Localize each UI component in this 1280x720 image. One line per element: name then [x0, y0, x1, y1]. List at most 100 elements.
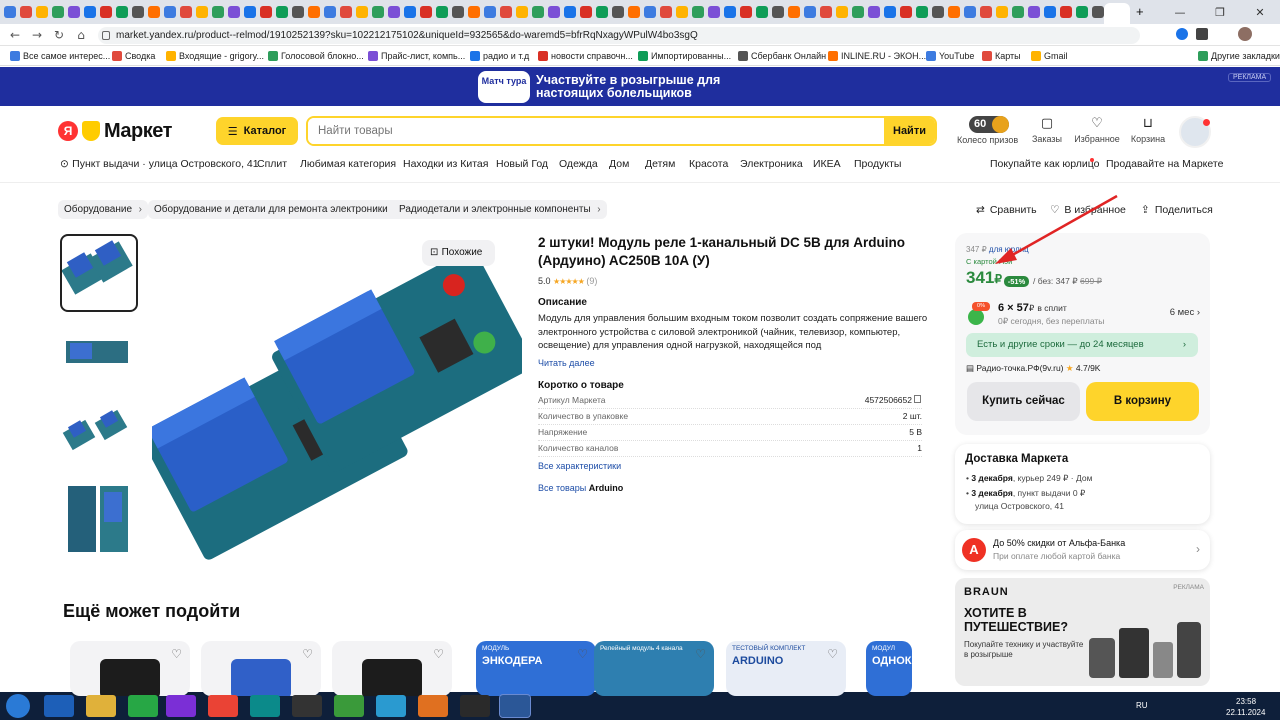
tab-favicon-icon[interactable]	[820, 6, 832, 18]
tab-favicon-icon[interactable]	[980, 6, 992, 18]
tab-favicon-icon[interactable]	[324, 6, 336, 18]
tab-favicon-icon[interactable]	[500, 6, 512, 18]
other-terms-button[interactable]: Есть и другие сроки — до 24 месяцев ›	[966, 333, 1198, 357]
share-button[interactable]: ⇪ Поделиться	[1141, 204, 1213, 216]
tab-favicon-icon[interactable]	[676, 6, 688, 18]
tab-favicon-icon[interactable]	[292, 6, 304, 18]
nav-item[interactable]: ИКЕА	[813, 158, 841, 172]
tab-favicon-icon[interactable]	[532, 6, 544, 18]
market-logo[interactable]: Я Маркет	[58, 120, 172, 142]
recommendation-card[interactable]: ТЕСТОВЫЙ КОМПЛЕКТ ARDUINO ♡	[726, 641, 846, 696]
heart-icon[interactable]: ♡	[302, 647, 313, 661]
nav-item[interactable]: Продукты	[854, 158, 901, 172]
tab-favicon-icon[interactable]	[1044, 6, 1056, 18]
nav-item[interactable]: Электроника	[740, 158, 803, 172]
taskbar-app-icon[interactable]	[418, 695, 448, 717]
tab-favicon-icon[interactable]	[884, 6, 896, 18]
tab-favicon-icon[interactable]	[564, 6, 576, 18]
tab-favicon-icon[interactable]	[148, 6, 160, 18]
language-indicator[interactable]: RU	[1136, 701, 1148, 710]
extensions-puzzle-icon[interactable]	[1196, 28, 1208, 40]
active-tab[interactable]	[1104, 3, 1130, 24]
url-field[interactable]: market.yandex.ru/product--relmod/1910252…	[98, 27, 1140, 44]
tab-favicon-icon[interactable]	[1028, 6, 1040, 18]
bookmark-item[interactable]: INLINE.RU - ЭКОН...	[828, 49, 926, 63]
tab-favicon-icon[interactable]	[84, 6, 96, 18]
promo-banner[interactable]: Матч тура Участвуйте в розыгрыше для нас…	[0, 67, 1280, 106]
bookmark-item[interactable]: радио и т.д	[470, 49, 529, 63]
tab-favicon-icon[interactable]	[916, 6, 928, 18]
nav-item[interactable]: Детям	[645, 158, 675, 172]
minimize-button[interactable]: —	[1160, 0, 1200, 24]
thumbnail-3[interactable]	[60, 395, 138, 473]
product-main-image[interactable]	[152, 238, 522, 563]
tab-favicon-icon[interactable]	[452, 6, 464, 18]
search-input[interactable]	[308, 118, 886, 144]
tab-favicon-icon[interactable]	[116, 6, 128, 18]
nav-item[interactable]: Одежда	[559, 158, 598, 172]
tab-favicon-icon[interactable]	[932, 6, 944, 18]
tab-favicon-icon[interactable]	[340, 6, 352, 18]
pickup-point[interactable]: ⊙ Пункт выдачи · улица Островского, 41	[60, 158, 259, 172]
tab-favicon-icon[interactable]	[964, 6, 976, 18]
taskbar-app-icon[interactable]	[128, 695, 158, 717]
home-icon[interactable]: ⌂	[72, 26, 90, 44]
taskbar-app-icon[interactable]	[292, 695, 322, 717]
wheel-of-prizes[interactable]: Колесо призов	[957, 135, 1018, 145]
bookmark-item[interactable]: Все самое интерес...	[10, 49, 110, 63]
tab-favicon-icon[interactable]	[724, 6, 736, 18]
taskbar-app-icon[interactable]	[376, 695, 406, 717]
nav-item[interactable]: Находки из Китая	[403, 158, 488, 172]
bookmark-item[interactable]: Другие закладки	[1198, 49, 1280, 63]
tab-favicon-icon[interactable]	[1060, 6, 1072, 18]
bookmark-item[interactable]: Сводка	[112, 49, 155, 63]
add-to-cart-button[interactable]: В корзину	[1086, 382, 1199, 421]
bookmark-item[interactable]: YouTube	[926, 49, 974, 63]
tab-favicon-icon[interactable]	[196, 6, 208, 18]
tab-favicon-icon[interactable]	[1092, 6, 1104, 18]
taskbar-app-icon[interactable]	[208, 695, 238, 717]
tab-favicon-icon[interactable]	[756, 6, 768, 18]
clock-date[interactable]: 22.11.2024	[1226, 708, 1265, 717]
tab-favicon-icon[interactable]	[692, 6, 704, 18]
user-avatar[interactable]	[1179, 116, 1211, 148]
breadcrumb-equipment[interactable]: Оборудование	[58, 200, 149, 219]
taskbar-app-icon[interactable]	[166, 695, 196, 717]
maximize-button[interactable]: ❐	[1200, 0, 1240, 24]
nav-item[interactable]: Красота	[689, 158, 728, 172]
coins-badge[interactable]: 60	[969, 116, 1009, 133]
tab-favicon-icon[interactable]	[356, 6, 368, 18]
tab-favicon-icon[interactable]	[1076, 6, 1088, 18]
tab-favicon-icon[interactable]	[580, 6, 592, 18]
bookmark-item[interactable]: Карты	[982, 49, 1021, 63]
taskbar-app-icon[interactable]	[334, 695, 364, 717]
tab-favicon-icon[interactable]	[372, 6, 384, 18]
favorites-button[interactable]: ♡ Избранное	[1074, 116, 1120, 144]
recommendation-card[interactable]: ♡	[332, 641, 452, 696]
all-specs-link[interactable]: Все характеристики	[538, 461, 621, 471]
catalog-button[interactable]: ☰ Каталог	[216, 117, 298, 145]
tab-favicon-icon[interactable]	[4, 6, 16, 18]
heart-icon[interactable]: ♡	[171, 647, 182, 661]
thumbnail-4[interactable]	[60, 478, 138, 556]
tab-favicon-icon[interactable]	[52, 6, 64, 18]
recommendation-card[interactable]: Релейный модуль 4 канала ♡	[594, 641, 714, 696]
extension-icon[interactable]	[1176, 28, 1188, 40]
close-window-button[interactable]: ✕	[1240, 0, 1280, 24]
bookmark-item[interactable]: Голосовой блокно...	[268, 49, 364, 63]
tab-favicon-icon[interactable]	[212, 6, 224, 18]
search-button[interactable]: Найти	[884, 118, 935, 144]
tab-favicon-icon[interactable]	[644, 6, 656, 18]
tab-favicon-icon[interactable]	[36, 6, 48, 18]
tab-favicon-icon[interactable]	[100, 6, 112, 18]
rating[interactable]: 5.0 ★★★★★ (9)	[538, 276, 597, 286]
thumbnail-2[interactable]	[60, 313, 138, 391]
tab-favicon-icon[interactable]	[308, 6, 320, 18]
legal-entity-link[interactable]: Покупайте как юрлицо	[990, 158, 1099, 172]
recommendation-card[interactable]: ♡	[70, 641, 190, 696]
recommendation-card[interactable]: МОДУЛ ОДНОКА	[866, 641, 912, 696]
tab-favicon-icon[interactable]	[516, 6, 528, 18]
heart-icon[interactable]: ♡	[433, 647, 444, 661]
tab-favicon-icon[interactable]	[836, 6, 848, 18]
tab-favicon-icon[interactable]	[1012, 6, 1024, 18]
